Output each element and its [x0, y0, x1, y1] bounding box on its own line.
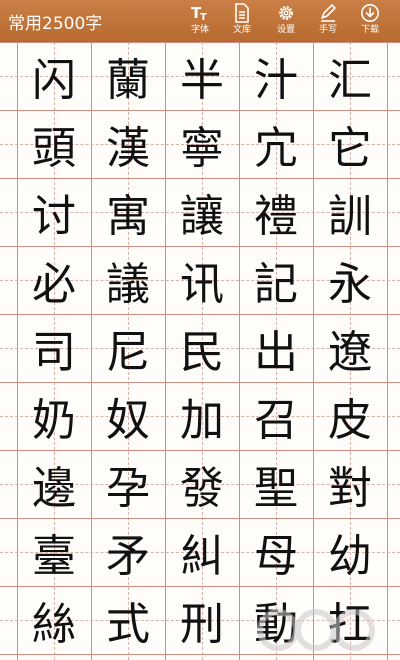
character-cell[interactable]: 必 — [17, 246, 91, 314]
download-icon — [361, 4, 379, 22]
download-button-label: 下载 — [360, 25, 379, 35]
character-cell[interactable]: 記 — [239, 246, 313, 314]
character-cell[interactable]: 奴 — [91, 382, 165, 450]
character-cell[interactable]: 遼 — [313, 314, 387, 382]
font-button[interactable]: T T 字体 — [178, 3, 222, 41]
library-button-label: 文库 — [232, 25, 251, 35]
character-cell[interactable]: 奶 — [17, 382, 91, 450]
character-cell[interactable]: 司 — [17, 314, 91, 382]
character-cell[interactable]: 讨 — [17, 178, 91, 246]
character-cell[interactable]: 加 — [165, 382, 239, 450]
character-cell[interactable]: 絲 — [17, 586, 91, 654]
character-cell[interactable]: 它 — [313, 110, 387, 178]
settings-button[interactable]: 设置 — [264, 3, 308, 41]
character-cell[interactable]: 民 — [165, 314, 239, 382]
character-cell[interactable]: 禮 — [239, 178, 313, 246]
character-cell[interactable]: 矛 — [91, 518, 165, 586]
character-cell[interactable]: 發 — [165, 450, 239, 518]
library-button[interactable]: 文库 — [220, 3, 264, 41]
app-header: 常用2500字 T T 字体 文库 设置 手写 下载 — [0, 0, 400, 42]
download-button[interactable]: 下载 — [348, 3, 392, 41]
handwrite-button[interactable]: 手写 — [306, 3, 350, 41]
character-cell[interactable]: 對 — [313, 450, 387, 518]
character-cell[interactable]: 寧 — [165, 110, 239, 178]
character-cell[interactable]: 頭 — [17, 110, 91, 178]
character-cell[interactable]: 皮 — [313, 382, 387, 450]
character-cell[interactable]: 寓 — [91, 178, 165, 246]
character-cell[interactable]: 孕 — [91, 450, 165, 518]
character-cell[interactable]: 讓 — [165, 178, 239, 246]
character-cell[interactable]: 汁 — [239, 42, 313, 110]
character-cell[interactable]: 宂 — [239, 110, 313, 178]
character-cell[interactable]: 蘭 — [91, 42, 165, 110]
character-cell[interactable]: 臺 — [17, 518, 91, 586]
character-cell[interactable]: 刑 — [165, 586, 239, 654]
practice-sheet: 闪蘭半汁汇頭漢寧宂它讨寓讓禮訓必議讯記永司尼民出遼奶奴加召皮邊孕發聖對臺矛糾母幼… — [0, 42, 400, 660]
character-cell[interactable]: 召 — [239, 382, 313, 450]
character-cell[interactable]: 動 — [239, 586, 313, 654]
svg-text:T: T — [200, 12, 207, 23]
font-icon: T T — [191, 4, 207, 23]
character-cell[interactable]: 漢 — [91, 110, 165, 178]
character-cell[interactable]: 訓 — [313, 178, 387, 246]
handwrite-button-label: 手写 — [318, 25, 337, 35]
character-cell[interactable]: 讯 — [165, 246, 239, 314]
character-cell[interactable]: 半 — [165, 42, 239, 110]
character-cell[interactable]: 汇 — [313, 42, 387, 110]
font-button-label: 字体 — [190, 25, 209, 35]
character-cell[interactable]: 闪 — [17, 42, 91, 110]
character-cell[interactable]: 尼 — [91, 314, 165, 382]
character-cell[interactable]: 幼 — [313, 518, 387, 586]
character-cell[interactable]: 扛 — [313, 586, 387, 654]
character-cell[interactable]: 永 — [313, 246, 387, 314]
character-cell[interactable]: 母 — [239, 518, 313, 586]
grid-line — [387, 42, 388, 660]
character-cell[interactable]: 議 — [91, 246, 165, 314]
gear-icon — [279, 6, 293, 20]
grid-line — [0, 654, 400, 655]
settings-button-label: 设置 — [276, 25, 295, 35]
character-cell[interactable]: 邊 — [17, 450, 91, 518]
character-cell[interactable]: 糾 — [165, 518, 239, 586]
character-cell[interactable]: 出 — [239, 314, 313, 382]
character-cell[interactable]: 式 — [91, 586, 165, 654]
document-icon — [235, 3, 249, 23]
pen-icon — [321, 4, 336, 22]
app-title: 常用2500字 — [8, 14, 103, 34]
character-cell[interactable]: 聖 — [239, 450, 313, 518]
